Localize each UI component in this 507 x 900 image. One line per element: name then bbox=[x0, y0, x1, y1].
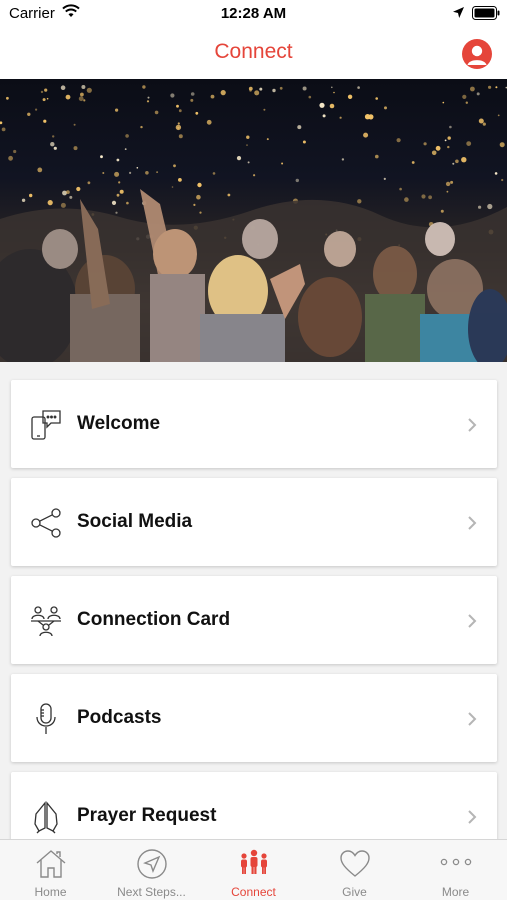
crowd-photo bbox=[0, 85, 507, 362]
navigation-bar: Connect bbox=[0, 28, 507, 79]
menu-item-welcome[interactable]: Welcome bbox=[11, 380, 497, 468]
location-arrow-icon bbox=[452, 6, 465, 23]
menu-item-label: Social Media bbox=[77, 511, 193, 532]
menu-item-label: Connection Card bbox=[77, 609, 231, 630]
hero-image bbox=[0, 79, 507, 362]
compass-icon bbox=[136, 848, 168, 880]
people-connection-icon bbox=[29, 604, 63, 638]
page-title: Connect bbox=[214, 40, 293, 63]
battery-icon bbox=[472, 6, 500, 24]
tab-more[interactable]: More bbox=[405, 840, 506, 900]
menu-item-podcasts[interactable]: Podcasts bbox=[11, 674, 497, 762]
chevron-right-icon bbox=[467, 809, 477, 830]
tab-give[interactable]: Give bbox=[304, 840, 405, 900]
menu-item-label: Prayer Request bbox=[77, 805, 217, 826]
heart-icon bbox=[339, 848, 371, 880]
menu-item-social-media[interactable]: Social Media bbox=[11, 478, 497, 566]
tab-home[interactable]: Home bbox=[0, 840, 101, 900]
tab-bar: Home Next Steps... Connect Give More bbox=[0, 839, 507, 900]
profile-button[interactable] bbox=[462, 39, 492, 69]
menu-item-label: Podcasts bbox=[77, 707, 162, 728]
user-icon bbox=[467, 45, 487, 65]
chevron-right-icon bbox=[467, 515, 477, 536]
microphone-icon bbox=[29, 702, 63, 736]
tab-label: Next Steps... bbox=[117, 885, 186, 899]
chevron-right-icon bbox=[467, 613, 477, 634]
home-icon bbox=[35, 848, 67, 880]
tab-label: More bbox=[441, 885, 470, 899]
more-dots-icon bbox=[440, 848, 472, 880]
share-icon bbox=[29, 506, 63, 540]
phone-chat-icon bbox=[29, 408, 63, 442]
connect-menu-list: Welcome Social Media Connection Card Pod… bbox=[0, 362, 507, 839]
menu-item-prayer-request[interactable]: Prayer Request bbox=[11, 772, 497, 839]
status-bar: Carrier 12:28 AM bbox=[0, 0, 507, 28]
menu-item-label: Welcome bbox=[77, 413, 161, 434]
praying-hands-icon bbox=[29, 800, 63, 834]
menu-item-connection-card[interactable]: Connection Card bbox=[11, 576, 497, 664]
tab-next-steps[interactable]: Next Steps... bbox=[101, 840, 202, 900]
chevron-right-icon bbox=[467, 417, 477, 438]
tab-connect[interactable]: Connect bbox=[203, 840, 304, 900]
people-icon bbox=[238, 848, 270, 880]
tab-label: Connect bbox=[231, 885, 276, 899]
clock: 12:28 AM bbox=[220, 5, 287, 22]
chevron-right-icon bbox=[467, 711, 477, 732]
tab-label: Give bbox=[342, 885, 367, 899]
tab-label: Home bbox=[34, 885, 67, 899]
